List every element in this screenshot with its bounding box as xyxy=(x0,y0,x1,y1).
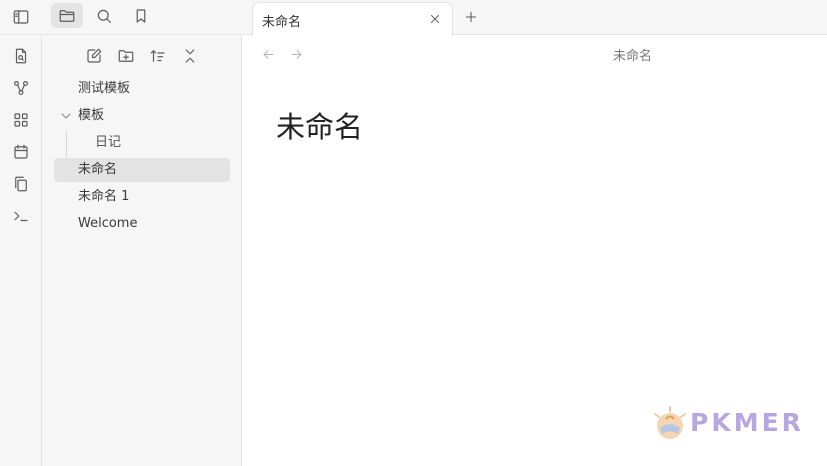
file-item[interactable]: 测试模板 xyxy=(78,77,130,101)
pkmer-logo-text: PKMER xyxy=(690,408,804,437)
sidebar-toggle-icon[interactable] xyxy=(9,5,33,29)
terminal-icon[interactable] xyxy=(9,204,33,228)
search-icon[interactable] xyxy=(92,4,116,28)
bookmark-icon[interactable] xyxy=(129,4,153,28)
arrow-left-icon[interactable] xyxy=(259,45,277,63)
file-item[interactable]: 日记 xyxy=(95,131,121,155)
folder-item[interactable]: 模板 xyxy=(78,104,104,128)
sidebar-header xyxy=(0,0,242,35)
file-item-label: 日记 xyxy=(95,135,122,150)
folder-item-label: 模板 xyxy=(78,108,105,123)
file-item-active[interactable]: 未命名 xyxy=(54,158,230,182)
sort-icon[interactable] xyxy=(146,44,170,68)
document-title[interactable]: 未命名 xyxy=(276,104,363,146)
calendar-icon[interactable] xyxy=(9,140,33,164)
graph-icon[interactable] xyxy=(9,76,33,100)
indent-guide xyxy=(66,131,67,157)
arrow-right-icon[interactable] xyxy=(287,45,305,63)
blocks-icon[interactable] xyxy=(9,108,33,132)
tab-label: 未命名 xyxy=(262,15,302,30)
plus-icon[interactable] xyxy=(461,7,481,27)
file-item-label: 未命名 xyxy=(78,162,118,177)
tab-untitled[interactable]: 未命名 xyxy=(252,2,453,36)
file-item-label: 测试模板 xyxy=(78,81,131,96)
folder-icon[interactable] xyxy=(51,3,83,28)
file-explorer-sidebar xyxy=(42,0,242,466)
file-item-label: Welcome xyxy=(78,216,138,231)
file-item[interactable]: 未命名 1 xyxy=(78,185,129,209)
new-note-icon[interactable] xyxy=(82,44,106,68)
close-icon[interactable] xyxy=(426,10,444,28)
pkmer-logo: PKMER xyxy=(650,404,810,444)
view-header-title[interactable]: 未命名 xyxy=(560,45,705,64)
new-folder-icon[interactable] xyxy=(114,44,138,68)
left-ribbon xyxy=(0,0,42,466)
file-item[interactable]: Welcome xyxy=(78,212,137,236)
copy-icon[interactable] xyxy=(9,172,33,196)
file-search-icon[interactable] xyxy=(9,44,33,68)
collapse-icon[interactable] xyxy=(178,44,202,68)
file-item-label: 未命名 1 xyxy=(78,189,130,204)
pkmer-logo-icon xyxy=(654,406,686,439)
chevron-down-icon[interactable] xyxy=(58,108,74,124)
